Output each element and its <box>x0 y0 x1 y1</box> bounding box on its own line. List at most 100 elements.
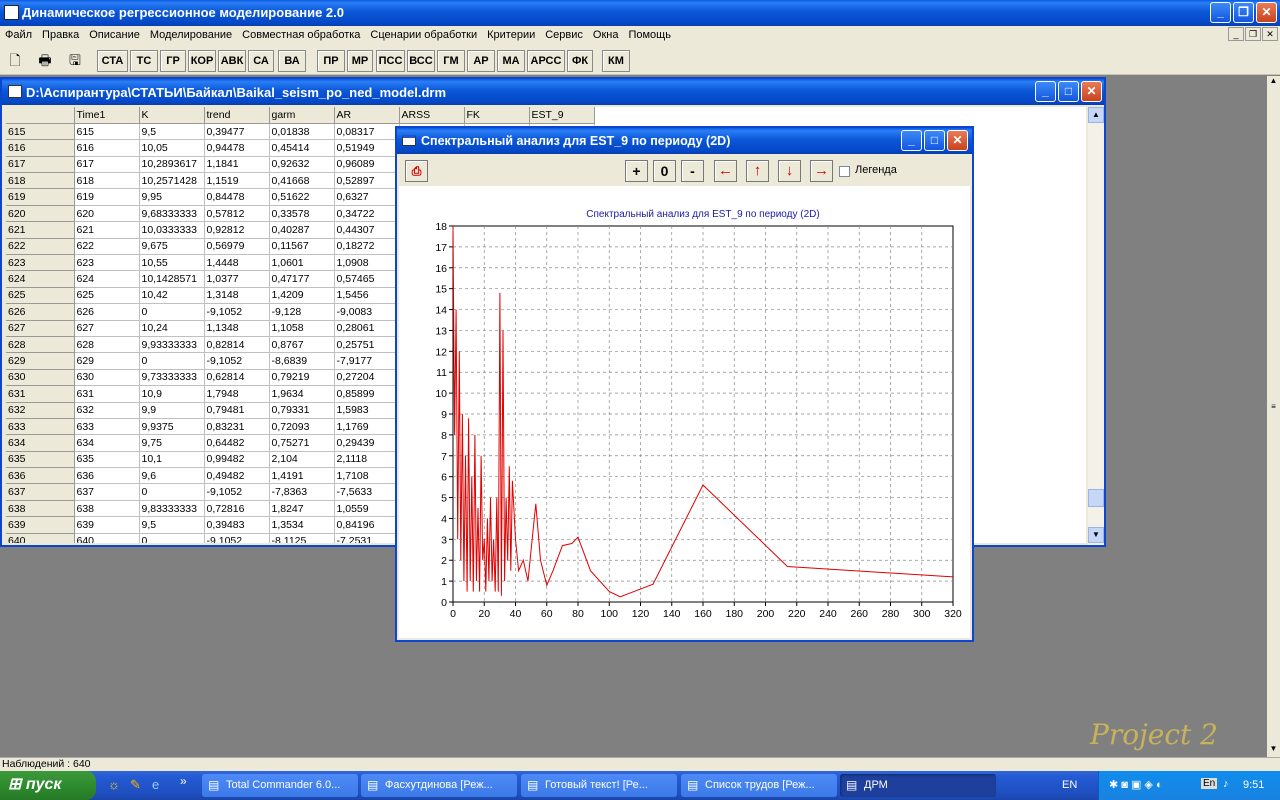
table-cell[interactable]: 9,93333333 <box>139 336 205 354</box>
scroll-down-arrow[interactable]: ▼ <box>1267 744 1280 757</box>
column-header[interactable]: Time1 <box>74 107 140 124</box>
table-cell[interactable]: 0,25751 <box>334 336 400 354</box>
table-cell[interactable]: 0,01838 <box>269 123 335 141</box>
table-cell[interactable]: 0,57812 <box>204 205 270 223</box>
table-cell[interactable]: 1,0908 <box>334 254 400 272</box>
taskbar-item-1[interactable]: ▤ Фасхутдинова [Реж... <box>361 774 517 797</box>
table-cell[interactable]: 0,83231 <box>204 418 270 436</box>
chart-window-maximize-button[interactable]: □ <box>924 130 945 151</box>
table-cell[interactable]: 1,4209 <box>269 287 335 305</box>
row-number[interactable]: 622 <box>6 238 75 256</box>
zoom-reset-button[interactable]: 0 <box>653 160 676 182</box>
table-cell[interactable]: 0,92632 <box>269 156 335 174</box>
row-number[interactable]: 616 <box>6 139 75 157</box>
pan-right-button[interactable]: → <box>810 160 833 182</box>
column-header[interactable]: garm <box>269 107 335 124</box>
toolbar-button-7[interactable]: ПР <box>317 50 345 72</box>
table-cell[interactable]: 9,9 <box>139 402 205 419</box>
table-cell[interactable]: 620 <box>74 205 140 223</box>
mdi-restore-button[interactable]: ❐ <box>1245 27 1261 41</box>
total-commander-icon[interactable]: ✎ <box>130 777 141 793</box>
column-header[interactable] <box>6 107 75 124</box>
zoom-in-button[interactable]: + <box>625 160 648 182</box>
quicklaunch-more-icon[interactable]: » <box>180 774 187 788</box>
table-cell[interactable]: 640 <box>74 533 140 543</box>
table-cell[interactable]: 625 <box>74 287 140 305</box>
row-number[interactable]: 633 <box>6 418 75 436</box>
table-cell[interactable]: 9,73333333 <box>139 369 205 387</box>
table-cell[interactable]: -9,1052 <box>204 352 270 370</box>
table-cell[interactable]: 1,7948 <box>204 385 270 403</box>
table-cell[interactable]: 0,96089 <box>334 156 400 174</box>
table-cell[interactable]: 2,1118 <box>334 451 400 469</box>
table-cell[interactable]: 0,99482 <box>204 451 270 469</box>
row-number[interactable]: 629 <box>6 352 75 370</box>
menu-item-8[interactable]: Окна <box>588 26 624 41</box>
table-cell[interactable]: 0,94478 <box>204 139 270 157</box>
table-cell[interactable]: 1,0601 <box>269 254 335 272</box>
table-cell[interactable]: 0,08317 <box>334 123 400 141</box>
row-number[interactable]: 630 <box>6 369 75 387</box>
table-cell[interactable]: 624 <box>74 270 140 288</box>
toolbar-button-0[interactable]: СТА <box>97 50 128 72</box>
table-cell[interactable]: 0,79481 <box>204 402 270 419</box>
table-cell[interactable]: 9,83333333 <box>139 500 205 518</box>
row-number[interactable]: 627 <box>6 320 75 337</box>
menu-item-9[interactable]: Помощь <box>623 26 676 41</box>
table-cell[interactable]: 617 <box>74 156 140 174</box>
export-icon[interactable]: ⎙ <box>405 160 428 182</box>
table-cell[interactable]: 0,92812 <box>204 221 270 239</box>
table-cell[interactable]: 0,62814 <box>204 369 270 387</box>
table-cell[interactable]: 1,5456 <box>334 287 400 305</box>
volume-icon[interactable]: ♪ <box>1223 778 1229 790</box>
row-number[interactable]: 617 <box>6 156 75 174</box>
table-cell[interactable]: 630 <box>74 369 140 387</box>
toolbar-button-11[interactable]: ГМ <box>437 50 465 72</box>
table-cell[interactable]: 0,47177 <box>269 270 335 288</box>
data-window-maximize-button[interactable]: □ <box>1058 81 1079 102</box>
table-cell[interactable]: 1,4191 <box>269 467 335 485</box>
chart-window-close-button[interactable]: ✕ <box>947 130 968 151</box>
table-cell[interactable]: 9,75 <box>139 434 205 452</box>
workspace-scrollbar[interactable]: ▲ ≡ ▼ <box>1267 76 1280 757</box>
table-cell[interactable]: 0 <box>139 483 205 501</box>
table-cell[interactable]: 0,79331 <box>269 402 335 419</box>
row-number[interactable]: 632 <box>6 402 75 419</box>
table-cell[interactable]: 9,5 <box>139 123 205 141</box>
row-number[interactable]: 631 <box>6 385 75 403</box>
menu-item-0[interactable]: Файл <box>0 26 37 41</box>
row-number[interactable]: 636 <box>6 467 75 485</box>
table-cell[interactable]: 0,51622 <box>269 188 335 206</box>
table-cell[interactable]: 637 <box>74 483 140 501</box>
table-cell[interactable]: -8,6839 <box>269 352 335 370</box>
mdi-minimize-button[interactable]: _ <box>1228 27 1244 41</box>
table-cell[interactable]: -9,1052 <box>204 303 270 321</box>
table-cell[interactable]: 0,33578 <box>269 205 335 223</box>
table-cell[interactable]: 9,9375 <box>139 418 205 436</box>
table-cell[interactable]: 0,79219 <box>269 369 335 387</box>
toolbar-button-2[interactable]: ГР <box>160 50 186 72</box>
table-cell[interactable]: 1,3534 <box>269 516 335 534</box>
table-cell[interactable]: 0 <box>139 303 205 321</box>
table-cell[interactable]: 619 <box>74 188 140 206</box>
data-window-minimize-button[interactable]: _ <box>1035 81 1056 102</box>
toolbar-button-3[interactable]: КОР <box>188 50 216 72</box>
table-cell[interactable]: 632 <box>74 402 140 419</box>
toolbar-button-12[interactable]: АР <box>467 50 495 72</box>
grid-scrollbar[interactable]: ▲ ▼ <box>1088 107 1104 545</box>
table-cell[interactable]: 633 <box>74 418 140 436</box>
table-cell[interactable]: -7,2531 <box>334 533 400 543</box>
table-cell[interactable]: 0,39477 <box>204 123 270 141</box>
table-cell[interactable]: 0,56979 <box>204 238 270 256</box>
grid-scroll-down-arrow[interactable]: ▼ <box>1088 527 1104 543</box>
maximize-button[interactable]: ❐ <box>1233 2 1254 23</box>
table-cell[interactable]: 10,42 <box>139 287 205 305</box>
table-cell[interactable]: -8,1125 <box>269 533 335 543</box>
column-header[interactable]: EST_9 <box>529 107 595 124</box>
table-cell[interactable]: 629 <box>74 352 140 370</box>
column-header[interactable]: AR <box>334 107 400 124</box>
table-cell[interactable]: -7,8363 <box>269 483 335 501</box>
row-number[interactable]: 615 <box>6 123 75 141</box>
table-cell[interactable]: 0,49482 <box>204 467 270 485</box>
table-cell[interactable]: 635 <box>74 451 140 469</box>
